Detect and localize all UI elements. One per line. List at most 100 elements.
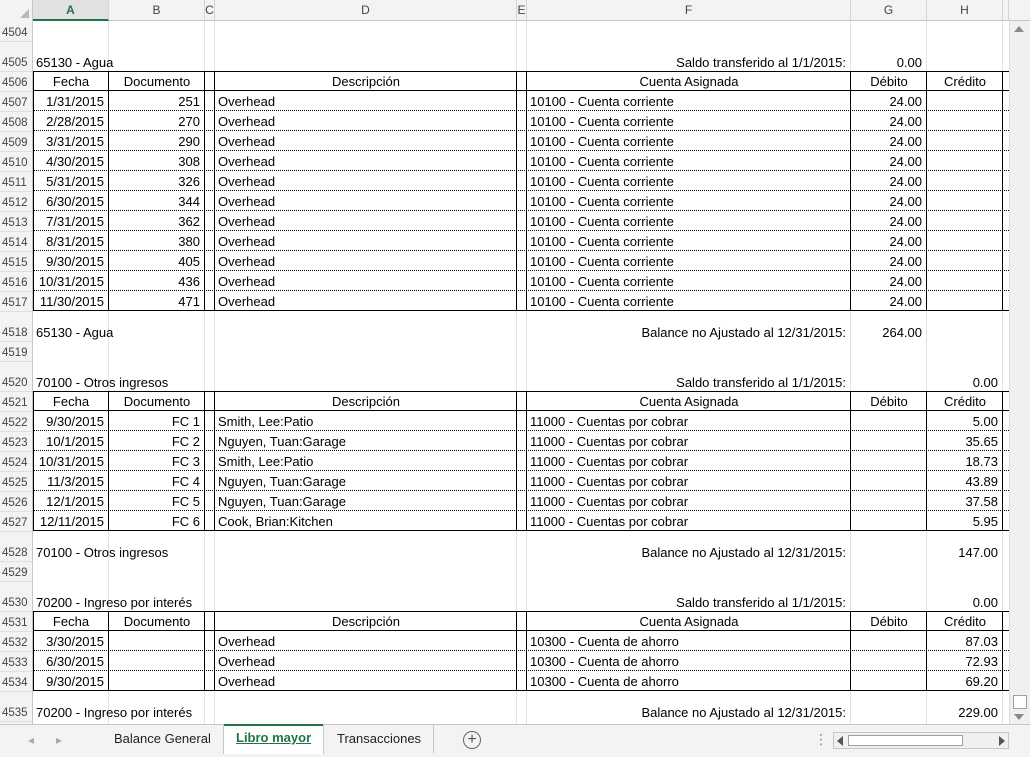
row-header[interactable]: 4519 xyxy=(0,347,32,360)
vertical-scrollbar[interactable] xyxy=(1009,21,1030,724)
cell-documento[interactable]: 380 xyxy=(109,231,205,250)
cell-documento[interactable]: 290 xyxy=(109,131,205,150)
cell-credito[interactable] xyxy=(927,151,1003,170)
cell-documento[interactable]: FC 6 xyxy=(109,511,205,530)
cell-fecha[interactable]: 11/3/2015 xyxy=(33,471,109,490)
scroll-right-icon[interactable] xyxy=(999,736,1005,746)
row-header[interactable]: 4531 xyxy=(0,617,32,630)
cell-debito[interactable]: 24.00 xyxy=(851,111,927,130)
cell-documento[interactable]: FC 2 xyxy=(109,431,205,450)
cell-descripcion[interactable]: Overhead xyxy=(215,231,517,250)
header-debito[interactable]: Débito xyxy=(851,392,927,410)
row-header[interactable]: 4521 xyxy=(0,397,32,410)
cell-credito[interactable] xyxy=(927,271,1003,290)
row-header[interactable]: 4528 xyxy=(0,547,32,560)
closing-balance-label[interactable]: Balance no Ajustado al 12/31/2015: xyxy=(527,311,851,341)
cell-documento[interactable]: 362 xyxy=(109,211,205,230)
cell-documento[interactable] xyxy=(109,671,205,690)
row-header[interactable]: 4520 xyxy=(0,377,32,390)
cell-descripcion[interactable]: Overhead xyxy=(215,91,517,110)
header-fecha[interactable]: Fecha xyxy=(33,612,109,630)
cell-fecha[interactable]: 4/30/2015 xyxy=(33,151,109,170)
closing-credit[interactable] xyxy=(927,311,1003,341)
cell-debito[interactable] xyxy=(851,651,927,670)
cell-debito[interactable]: 24.00 xyxy=(851,191,927,210)
row-header[interactable]: 4510 xyxy=(0,157,32,170)
opening-balance-label[interactable]: Saldo transferido al 1/1/2015: xyxy=(527,581,851,611)
cell-documento[interactable] xyxy=(109,651,205,670)
cell-descripcion[interactable]: Overhead xyxy=(215,111,517,130)
cell-cuenta[interactable]: 10100 - Cuenta corriente xyxy=(527,131,851,150)
cell-debito[interactable]: 24.00 xyxy=(851,251,927,270)
header-documento[interactable]: Documento xyxy=(109,392,205,410)
opening-credit[interactable]: 0.00 xyxy=(927,361,1003,391)
opening-debit[interactable]: 0.00 xyxy=(851,41,927,71)
cell-fecha[interactable]: 10/31/2015 xyxy=(33,451,109,470)
cell-credito[interactable] xyxy=(927,131,1003,150)
cell-cuenta[interactable]: 10300 - Cuenta de ahorro xyxy=(527,671,851,690)
cell-cuenta[interactable]: 11000 - Cuentas por cobrar xyxy=(527,471,851,490)
cell-documento[interactable]: 405 xyxy=(109,251,205,270)
cell-descripcion[interactable]: Overhead xyxy=(215,131,517,150)
cell-cuenta[interactable]: 11000 - Cuentas por cobrar xyxy=(527,431,851,450)
cell-credito[interactable] xyxy=(927,171,1003,190)
header-cuenta[interactable]: Cuenta Asignada xyxy=(527,72,851,90)
header-debito[interactable]: Débito xyxy=(851,72,927,90)
row-header[interactable]: 4526 xyxy=(0,497,32,510)
cell-cuenta[interactable]: 11000 - Cuentas por cobrar xyxy=(527,491,851,510)
row-header[interactable]: 4517 xyxy=(0,297,32,310)
cell-debito[interactable]: 24.00 xyxy=(851,91,927,110)
cell-debito[interactable]: 24.00 xyxy=(851,151,927,170)
header-credito[interactable]: Crédito xyxy=(927,612,1003,630)
cell-documento[interactable]: FC 1 xyxy=(109,411,205,430)
cell-cuenta[interactable]: 10100 - Cuenta corriente xyxy=(527,211,851,230)
next-sheet-icon[interactable]: ▸ xyxy=(56,733,62,747)
row-header[interactable]: 4516 xyxy=(0,277,32,290)
prev-sheet-icon[interactable]: ◂ xyxy=(28,733,34,747)
scroll-up-icon[interactable] xyxy=(1014,26,1024,32)
header-cuenta[interactable]: Cuenta Asignada xyxy=(527,612,851,630)
cell-documento[interactable]: 308 xyxy=(109,151,205,170)
horizontal-scroll-thumb[interactable] xyxy=(848,735,963,746)
column-header-c[interactable]: C xyxy=(205,0,215,21)
cell-fecha[interactable]: 10/1/2015 xyxy=(33,431,109,450)
row-header[interactable]: 4524 xyxy=(0,457,32,470)
closing-debit[interactable]: 264.00 xyxy=(851,311,927,341)
row-header[interactable]: 4523 xyxy=(0,437,32,450)
cell-fecha[interactable]: 3/30/2015 xyxy=(33,631,109,650)
opening-balance-label[interactable]: Saldo transferido al 1/1/2015: xyxy=(527,41,851,71)
column-header-g[interactable]: G xyxy=(851,0,927,21)
header-debito[interactable]: Débito xyxy=(851,612,927,630)
worksheet-grid[interactable]: 65130 - Agua Saldo transferido al 1/1/201… xyxy=(33,21,1009,724)
account-name[interactable]: 70200 - Ingreso por interés xyxy=(33,581,517,611)
header-descripcion[interactable]: Descripción xyxy=(215,72,517,90)
cell-cuenta[interactable]: 10100 - Cuenta corriente xyxy=(527,191,851,210)
cell-credito[interactable] xyxy=(927,251,1003,270)
cell-debito[interactable] xyxy=(851,511,927,530)
sheet-tab-transacciones[interactable]: Transacciones xyxy=(325,725,435,753)
cell-documento[interactable]: 344 xyxy=(109,191,205,210)
cell-debito[interactable]: 24.00 xyxy=(851,231,927,250)
row-header[interactable]: 4533 xyxy=(0,657,32,670)
cell-debito[interactable] xyxy=(851,431,927,450)
row-header[interactable]: 4515 xyxy=(0,257,32,270)
tab-splitter-icon[interactable]: ⋮ xyxy=(814,731,828,748)
cell-credito[interactable]: 87.03 xyxy=(927,631,1003,650)
horizontal-scrollbar[interactable] xyxy=(833,732,1009,749)
cell-documento[interactable]: FC 3 xyxy=(109,451,205,470)
cell-descripcion[interactable]: Overhead xyxy=(215,271,517,290)
cell-fecha[interactable]: 9/30/2015 xyxy=(33,251,109,270)
cell-documento[interactable]: 326 xyxy=(109,171,205,190)
cell-fecha[interactable]: 9/30/2015 xyxy=(33,411,109,430)
cell-debito[interactable] xyxy=(851,491,927,510)
cell-credito[interactable] xyxy=(927,211,1003,230)
opening-debit[interactable] xyxy=(851,361,927,391)
cell-cuenta[interactable]: 10100 - Cuenta corriente xyxy=(527,151,851,170)
cell-debito[interactable]: 24.00 xyxy=(851,171,927,190)
cell-cuenta[interactable]: 10100 - Cuenta corriente xyxy=(527,251,851,270)
cell-fecha[interactable]: 6/30/2015 xyxy=(33,651,109,670)
row-header[interactable]: 4518 xyxy=(0,327,32,340)
cell-fecha[interactable]: 12/1/2015 xyxy=(33,491,109,510)
cell-fecha[interactable]: 2/28/2015 xyxy=(33,111,109,130)
cell-documento[interactable]: FC 4 xyxy=(109,471,205,490)
